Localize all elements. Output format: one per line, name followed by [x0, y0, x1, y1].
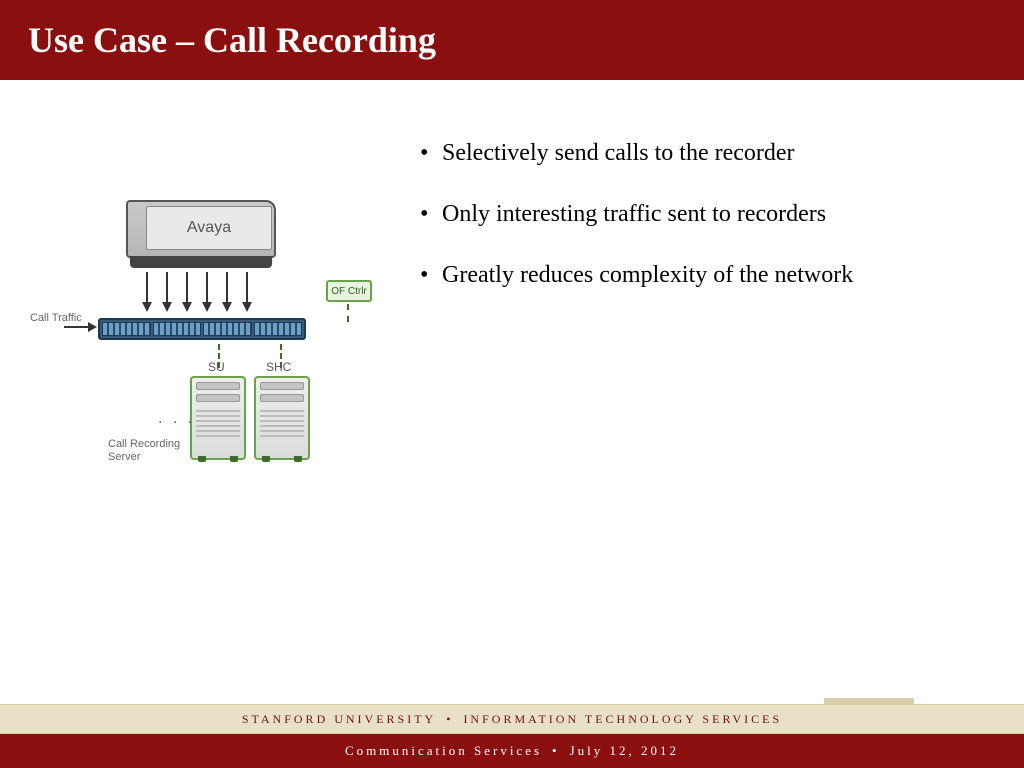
- footer-date: July 12, 2012: [570, 743, 679, 759]
- slide-body: Avaya OF Ctrlr: [0, 80, 1024, 500]
- footer: STANFORD UNIVERSITY • INFORMATION TECHNO…: [0, 704, 1024, 768]
- network-switch: [98, 318, 306, 340]
- dot-separator-icon: •: [446, 712, 453, 727]
- arrows-avaya-to-switch: [142, 272, 262, 318]
- server-shc: [254, 376, 310, 460]
- avaya-device: Avaya: [126, 200, 276, 270]
- footer-dept: Communication Services: [345, 743, 542, 759]
- server-slot: [260, 382, 304, 390]
- avaya-base: [130, 256, 272, 268]
- avaya-label: Avaya: [146, 206, 272, 250]
- of-controller: OF Ctrlr: [326, 280, 372, 302]
- footer-bottom: Communication Services • July 12, 2012: [0, 734, 1024, 768]
- arrow-down-icon: [226, 272, 228, 302]
- footer-accent-bar: [824, 698, 914, 704]
- bullet-list: Selectively send calls to the recorder O…: [400, 140, 984, 500]
- slide-title: Use Case – Call Recording: [28, 19, 436, 61]
- server-vent: [260, 410, 304, 440]
- recording-server-label: Call Recording Server: [108, 438, 182, 464]
- network-diagram: Avaya OF Ctrlr: [30, 200, 370, 500]
- title-bar: Use Case – Call Recording: [0, 0, 1024, 80]
- footer-top: STANFORD UNIVERSITY • INFORMATION TECHNO…: [0, 704, 1024, 734]
- arrow-down-icon: [166, 272, 168, 302]
- server-su: [190, 376, 246, 460]
- server-slot: [196, 394, 240, 402]
- bullet-item: Only interesting traffic sent to recorde…: [420, 201, 984, 228]
- server-slot: [196, 382, 240, 390]
- arrow-down-icon: [206, 272, 208, 302]
- ellipsis-more-servers: . . .: [158, 410, 195, 428]
- footer-org2: INFORMATION TECHNOLOGY SERVICES: [463, 712, 782, 727]
- footer-org1: STANFORD UNIVERSITY: [242, 712, 436, 727]
- arrow-down-icon: [246, 272, 248, 302]
- switch-ports: [153, 322, 202, 336]
- server-slot: [260, 394, 304, 402]
- arrow-right-head-icon: [88, 322, 97, 332]
- arrow-down-icon: [186, 272, 188, 302]
- server-shc-label: SHC: [266, 360, 291, 374]
- slide: Use Case – Call Recording Avaya OF C: [0, 0, 1024, 768]
- server-feet: [262, 456, 302, 462]
- bullet-item: Greatly reduces complexity of the networ…: [420, 262, 984, 289]
- server-vent: [196, 410, 240, 440]
- arrow-down-icon: [146, 272, 148, 302]
- bullet-item: Selectively send calls to the recorder: [420, 140, 984, 167]
- arrow-right-icon: [64, 326, 88, 328]
- dot-separator-icon: •: [552, 743, 560, 759]
- switch-ports: [203, 322, 252, 336]
- switch-ports: [102, 322, 151, 336]
- call-traffic-label: Call Traffic: [30, 312, 82, 324]
- dashed-link-icon: [347, 304, 349, 322]
- switch-ports: [254, 322, 303, 336]
- diagram-column: Avaya OF Ctrlr: [30, 140, 400, 500]
- server-su-label: SU: [208, 360, 225, 374]
- server-feet: [198, 456, 238, 462]
